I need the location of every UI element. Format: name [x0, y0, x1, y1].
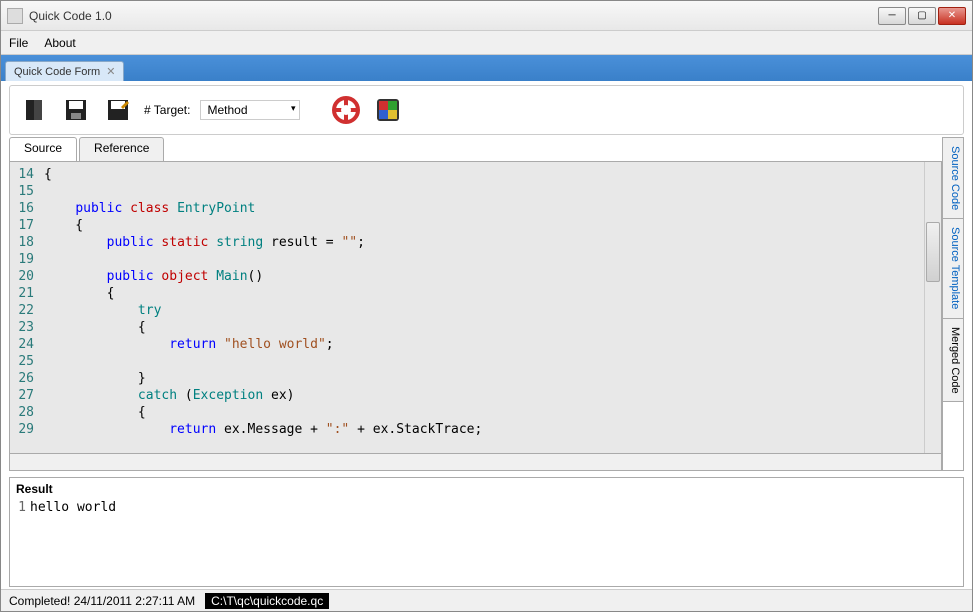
result-line-number: 1 — [10, 500, 30, 586]
horizontal-scrollbar[interactable] — [9, 454, 942, 471]
side-tab-source-template[interactable]: Source Template — [943, 219, 963, 318]
target-label: # Target: — [144, 103, 190, 117]
editor-tabs: Source Reference — [9, 137, 942, 161]
code-editor[interactable]: 14151617181920212223242526272829 { publi… — [9, 161, 942, 454]
side-tab-source-code[interactable]: Source Code — [943, 138, 963, 219]
window-title: Quick Code 1.0 — [29, 9, 878, 23]
scrollbar-thumb[interactable] — [926, 222, 940, 282]
target-select[interactable]: Method — [200, 100, 300, 120]
titlebar: Quick Code 1.0 ─ ▢ ✕ — [1, 1, 972, 31]
close-button[interactable]: ✕ — [938, 7, 966, 25]
document-tabbar: Quick Code Form ✕ — [1, 55, 972, 81]
document-tab[interactable]: Quick Code Form ✕ — [5, 61, 124, 81]
side-tabs: Source Code Source Template Merged Code — [942, 137, 964, 471]
save-button[interactable] — [60, 94, 92, 126]
line-gutter: 14151617181920212223242526272829 — [10, 162, 38, 453]
status-filepath: C:\T\qc\quickcode.qc — [205, 593, 329, 609]
statusbar: Completed! 24/11/2011 2:27:11 AM C:\T\qc… — [1, 589, 972, 611]
help-button[interactable] — [330, 94, 362, 126]
toolbar: # Target: Method — [9, 85, 964, 135]
close-tab-icon[interactable]: ✕ — [106, 65, 115, 78]
result-title: Result — [10, 478, 963, 500]
menubar: File About — [1, 31, 972, 55]
tab-source[interactable]: Source — [9, 137, 77, 161]
vertical-scrollbar[interactable] — [924, 162, 941, 453]
app-icon — [7, 8, 23, 24]
menu-about[interactable]: About — [44, 36, 75, 50]
result-panel: Result 1 hello world — [9, 477, 964, 587]
code-text[interactable]: { public class EntryPoint { public stati… — [38, 162, 924, 453]
run-button[interactable] — [372, 94, 404, 126]
edit-button[interactable] — [102, 94, 134, 126]
tab-reference[interactable]: Reference — [79, 137, 164, 161]
maximize-button[interactable]: ▢ — [908, 7, 936, 25]
document-tab-label: Quick Code Form — [14, 66, 100, 78]
new-button[interactable] — [18, 94, 50, 126]
side-tab-merged-code[interactable]: Merged Code — [943, 319, 963, 403]
minimize-button[interactable]: ─ — [878, 7, 906, 25]
result-text: hello world — [30, 500, 963, 586]
status-message: Completed! 24/11/2011 2:27:11 AM — [9, 594, 195, 608]
menu-file[interactable]: File — [9, 36, 28, 50]
